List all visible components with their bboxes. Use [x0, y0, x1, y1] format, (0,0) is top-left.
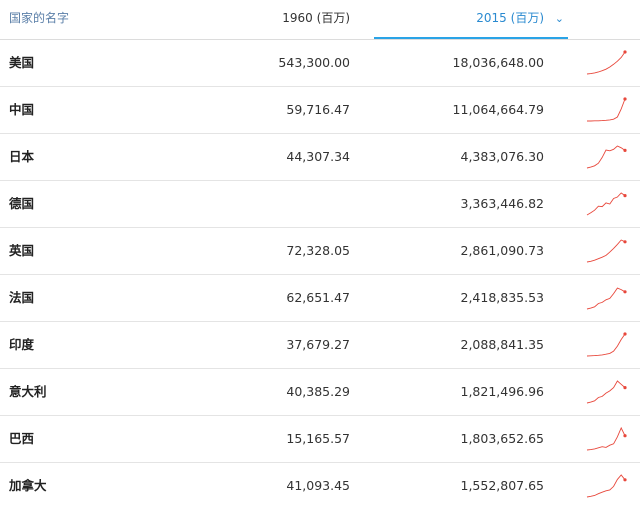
- sparkline-line: [586, 426, 626, 451]
- sparkline-chart: [587, 97, 627, 122]
- chevron-down-icon[interactable]: ⌄: [555, 0, 564, 37]
- sparkline-line: [586, 192, 626, 216]
- sparkline-line: [586, 239, 626, 263]
- sparkline-line: [586, 51, 626, 75]
- column-header-name[interactable]: 国家的名字: [9, 0, 69, 39]
- trend-sparkline: [584, 472, 628, 500]
- sparkline-line: [587, 98, 626, 122]
- value-2015: 1,821,496.96: [460, 384, 545, 399]
- country-name: 巴西: [9, 431, 35, 446]
- sparkline-line: [586, 145, 626, 169]
- sparkline-chart: [586, 192, 627, 216]
- value-1960: 62,651.47: [286, 290, 350, 305]
- value-2015: 18,036,648.00: [452, 55, 544, 70]
- table-row[interactable]: 中国 59,716.47 11,064,664.79: [0, 87, 640, 134]
- trend-sparkline: [584, 331, 628, 359]
- value-2015: 11,064,664.79: [452, 102, 544, 117]
- value-2015: 3,363,446.82: [460, 196, 545, 211]
- country-name: 美国: [9, 55, 35, 70]
- table-row[interactable]: 巴西 15,165.57 1,803,652.65: [0, 416, 640, 463]
- table-body: 美国 543,300.00 18,036,648.00 中国 59,716.47 11,0…: [0, 40, 640, 509]
- sparkline-chart: [586, 145, 627, 169]
- sparkline-line: [586, 333, 626, 357]
- gdp-table: 国家的名字 1960 (百万) 2015 (百万) ⌄ 美国 543,300.00…: [0, 0, 640, 511]
- country-name: 意大利: [9, 384, 47, 399]
- trend-sparkline: [584, 378, 628, 406]
- trend-sparkline: [584, 284, 628, 312]
- sparkline-endpoint: [623, 240, 627, 244]
- value-1960: 37,679.27: [286, 337, 350, 352]
- sparkline-chart: [586, 380, 627, 404]
- sparkline-endpoint: [623, 386, 627, 390]
- value-2015: 2,861,090.73: [460, 243, 545, 258]
- sparkline-endpoint: [623, 434, 627, 438]
- column-header-2015-sorted[interactable]: 2015 (百万) ⌄: [374, 0, 568, 39]
- table-row[interactable]: 加拿大 41,093.45 1,552,807.65: [0, 463, 640, 509]
- sparkline-line: [586, 474, 626, 498]
- value-1960: 40,385.29: [286, 384, 350, 399]
- value-2015: 1,552,807.65: [460, 478, 545, 493]
- value-2015: 4,383,076.30: [460, 149, 545, 164]
- sparkline-chart: [586, 239, 627, 263]
- table-header: 国家的名字 1960 (百万) 2015 (百万) ⌄: [0, 0, 640, 40]
- column-header-2015-label: 2015 (百万): [476, 11, 544, 25]
- table-row[interactable]: 英国 72,328.05 2,861,090.73: [0, 228, 640, 275]
- table-row[interactable]: 美国 543,300.00 18,036,648.00: [0, 40, 640, 87]
- sparkline-endpoint: [623, 332, 627, 336]
- sparkline-endpoint: [623, 194, 627, 198]
- sparkline-endpoint: [623, 478, 627, 482]
- sparkline-endpoint: [623, 97, 627, 101]
- country-name: 加拿大: [9, 478, 47, 493]
- value-2015: 2,418,835.53: [460, 290, 545, 305]
- column-header-1960[interactable]: 1960 (百万): [282, 0, 350, 39]
- table-row[interactable]: 意大利 40,385.29 1,821,496.96: [0, 369, 640, 416]
- sparkline-chart: [586, 474, 627, 498]
- country-name: 德国: [9, 196, 35, 211]
- value-1960: 59,716.47: [286, 102, 350, 117]
- country-name: 法国: [9, 290, 35, 305]
- country-name: 英国: [9, 243, 35, 258]
- country-name: 日本: [9, 149, 35, 164]
- country-name: 中国: [9, 102, 35, 117]
- value-1960: 543,300.00: [278, 55, 350, 70]
- sparkline-endpoint: [623, 148, 627, 152]
- sparkline-chart: [586, 332, 627, 357]
- trend-sparkline: [584, 237, 628, 265]
- sparkline-chart: [586, 426, 627, 451]
- sparkline-endpoint: [623, 50, 627, 54]
- value-2015: 2,088,841.35: [460, 337, 545, 352]
- table-row[interactable]: 法国 62,651.47 2,418,835.53: [0, 275, 640, 322]
- sparkline-chart: [586, 287, 627, 310]
- sparkline-line: [586, 287, 626, 310]
- sparkline-endpoint: [623, 290, 627, 294]
- sparkline-chart: [586, 50, 627, 75]
- trend-sparkline: [584, 49, 628, 77]
- table-row[interactable]: 印度 37,679.27 2,088,841.35: [0, 322, 640, 369]
- value-1960: 41,093.45: [286, 478, 350, 493]
- value-2015: 1,803,652.65: [460, 431, 545, 446]
- table-row[interactable]: 德国 3,363,446.82: [0, 181, 640, 228]
- trend-sparkline: [584, 143, 628, 171]
- country-name: 印度: [9, 337, 35, 352]
- sparkline-line: [586, 380, 626, 404]
- value-1960: 44,307.34: [286, 149, 350, 164]
- trend-sparkline: [584, 96, 628, 124]
- trend-sparkline: [584, 190, 628, 218]
- table-row[interactable]: 日本 44,307.34 4,383,076.30: [0, 134, 640, 181]
- value-1960: 72,328.05: [286, 243, 350, 258]
- value-1960: 15,165.57: [286, 431, 350, 446]
- trend-sparkline: [584, 425, 628, 453]
